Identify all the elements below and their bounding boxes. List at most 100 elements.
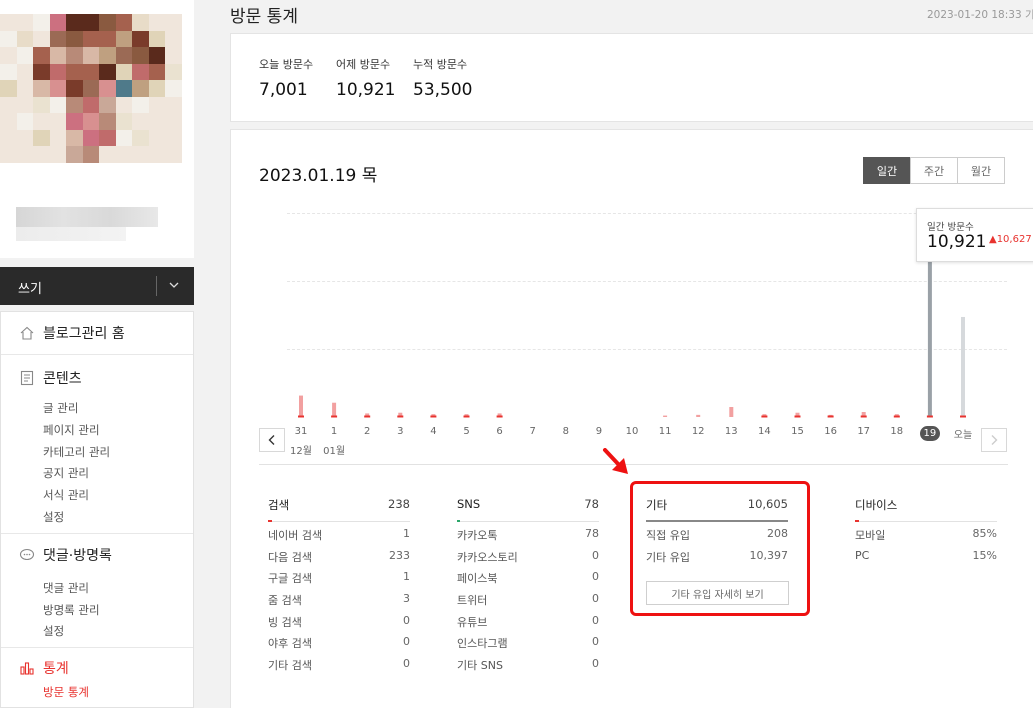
speech-bubble-icon — [18, 547, 35, 564]
blurred-pixel — [16, 113, 33, 130]
chart-bar[interactable] — [927, 260, 932, 417]
row-label: 카카오스토리 — [457, 550, 518, 564]
list-item: 네이버 검색 1 — [268, 522, 410, 544]
chart-bar[interactable] — [663, 415, 668, 417]
blurred-pixel — [49, 14, 66, 31]
blurred-pixel — [16, 96, 33, 113]
x-tick-label[interactable]: 11 — [650, 426, 680, 437]
x-tick-label[interactable]: 19 — [919, 426, 940, 441]
x-tick-label[interactable]: 17 — [849, 426, 879, 437]
sidebar-subitem-guestbook-manage[interactable]: 방명록 관리 — [43, 602, 100, 618]
sidebar-item-stats[interactable]: 통계 — [18, 658, 69, 678]
sidebar-subitem-pages[interactable]: 페이지 관리 — [43, 422, 100, 438]
blurred-pixel — [99, 129, 116, 146]
chart-prev-button[interactable] — [259, 428, 285, 452]
chart-visit-marker — [397, 415, 404, 418]
blurred-pixel — [165, 30, 182, 47]
home-icon — [18, 325, 35, 342]
blurred-pixel — [115, 30, 132, 47]
breakdown-title: 검색 — [268, 498, 290, 512]
chevron-down-icon[interactable] — [168, 276, 180, 299]
x-tick-label[interactable]: 오늘 — [948, 426, 978, 441]
x-tick-label[interactable]: 2 — [352, 426, 382, 437]
blurred-pixel — [132, 14, 149, 31]
menu-section-home: 블로그관리 홈 — [1, 312, 193, 355]
blurred-pixel — [82, 96, 99, 113]
write-button[interactable]: 쓰기 — [0, 267, 194, 305]
blurred-pixel — [132, 47, 149, 64]
sidebar-subitem-notices[interactable]: 공지 관리 — [43, 465, 89, 481]
breakdown-search: 검색 238 네이버 검색 1 다음 검색 233 구글 검색 1 줌 검색 3 빙 검… — [268, 485, 410, 674]
chart-bar[interactable] — [696, 414, 701, 417]
sidebar-subitem-content-settings[interactable]: 설정 — [43, 509, 64, 525]
write-label: 쓰기 — [18, 282, 42, 297]
x-tick-label[interactable]: 31 — [286, 426, 316, 437]
blurred-pixel — [49, 63, 66, 80]
chart-visit-marker — [794, 415, 801, 418]
x-tick-label[interactable]: 4 — [418, 426, 448, 437]
x-tick-label[interactable]: 15 — [783, 426, 813, 437]
chart-bar[interactable] — [332, 402, 337, 417]
x-tick-label[interactable]: 3 — [385, 426, 415, 437]
blurred-profile-image[interactable] — [0, 14, 182, 163]
sidebar-subitem-templates[interactable]: 서식 관리 — [43, 487, 89, 503]
blurred-pixel — [99, 14, 116, 31]
chart-bar[interactable] — [729, 407, 734, 417]
blurred-pixel — [115, 113, 132, 130]
sidebar-subitem-visit-stats[interactable]: 방문 통계 — [43, 684, 89, 700]
x-tick-label[interactable]: 14 — [749, 426, 779, 437]
profile-card — [0, 0, 194, 258]
sidebar-item-comments[interactable]: 댓글·방명록 — [18, 545, 112, 565]
x-tick-label[interactable]: 9 — [584, 426, 614, 437]
x-tick-label[interactable]: 1 — [319, 426, 349, 437]
row-value: 0 — [592, 613, 599, 627]
sidebar-item-content[interactable]: 콘텐츠 — [18, 368, 82, 388]
sidebar-subitem-posts[interactable]: 글 관리 — [43, 400, 78, 416]
row-value: 0 — [403, 657, 410, 671]
x-tick-label[interactable]: 7 — [518, 426, 548, 437]
blurred-pixel — [148, 113, 165, 130]
breakdown-header: 검색 238 — [268, 485, 410, 522]
x-tick-label[interactable]: 10 — [617, 426, 647, 437]
breakdown-title: 디바이스 — [855, 498, 898, 512]
x-tick-label[interactable]: 16 — [816, 426, 846, 437]
x-tick-label[interactable]: 8 — [551, 426, 581, 437]
list-item: 기타 검색 0 — [268, 652, 410, 674]
x-tick-label[interactable]: 5 — [452, 426, 482, 437]
blurred-pixel — [33, 80, 50, 97]
chart-bar[interactable] — [961, 316, 965, 417]
row-value: 0 — [592, 548, 599, 562]
chart-visit-marker — [960, 415, 966, 418]
sidebar-subitem-comment-settings[interactable]: 설정 — [43, 623, 64, 639]
blurred-blog-url — [16, 227, 126, 241]
chart-bar[interactable] — [299, 395, 303, 417]
blurred-pixel — [148, 80, 165, 97]
blurred-pixel — [49, 47, 66, 64]
blurred-pixel — [148, 96, 165, 113]
blurred-pixel — [132, 96, 149, 113]
list-item: 트위터 0 — [457, 587, 599, 609]
chart-visit-marker — [364, 415, 371, 418]
x-tick-label[interactable]: 12 — [683, 426, 713, 437]
menu-section-content: 콘텐츠 글 관리 페이지 관리 카테고리 관리 공지 관리 서식 관리 설정 — [1, 355, 193, 534]
blurred-pixel — [132, 129, 149, 146]
sidebar-subitem-comment-manage[interactable]: 댓글 관리 — [43, 580, 89, 596]
annotation-arrow-icon — [603, 448, 628, 474]
row-value: 1 — [403, 527, 410, 540]
blurred-pixel — [16, 30, 33, 47]
sidebar-menu: 블로그관리 홈 콘텐츠 글 관리 페이지 관리 카테고리 관리 공지 관리 서식… — [0, 311, 194, 708]
document-icon — [18, 370, 35, 387]
x-tick-label[interactable]: 18 — [882, 426, 912, 437]
row-value: 0 — [403, 635, 410, 649]
chart-tooltip: 일간 방문수 10,921 ▲10,627 — [916, 208, 1033, 262]
blurred-pixel — [49, 80, 66, 97]
chart-next-button[interactable] — [981, 428, 1007, 452]
breakdown-sns: SNS 78 카카오톡 78 카카오스토리 0 페이스북 0 트위터 0 유튜브 0 인스… — [457, 485, 599, 674]
visit-summary-card: 오늘 방문수 7,001 어제 방문수 10,921 누적 방문수 53,500 — [230, 33, 1033, 122]
x-tick-label[interactable]: 13 — [716, 426, 746, 437]
x-tick-label[interactable]: 6 — [485, 426, 515, 437]
row-label: 트위터 — [457, 594, 488, 608]
sidebar-item-home[interactable]: 블로그관리 홈 — [18, 323, 125, 343]
blurred-pixel — [82, 129, 99, 146]
sidebar-subitem-categories[interactable]: 카테고리 관리 — [43, 444, 110, 460]
